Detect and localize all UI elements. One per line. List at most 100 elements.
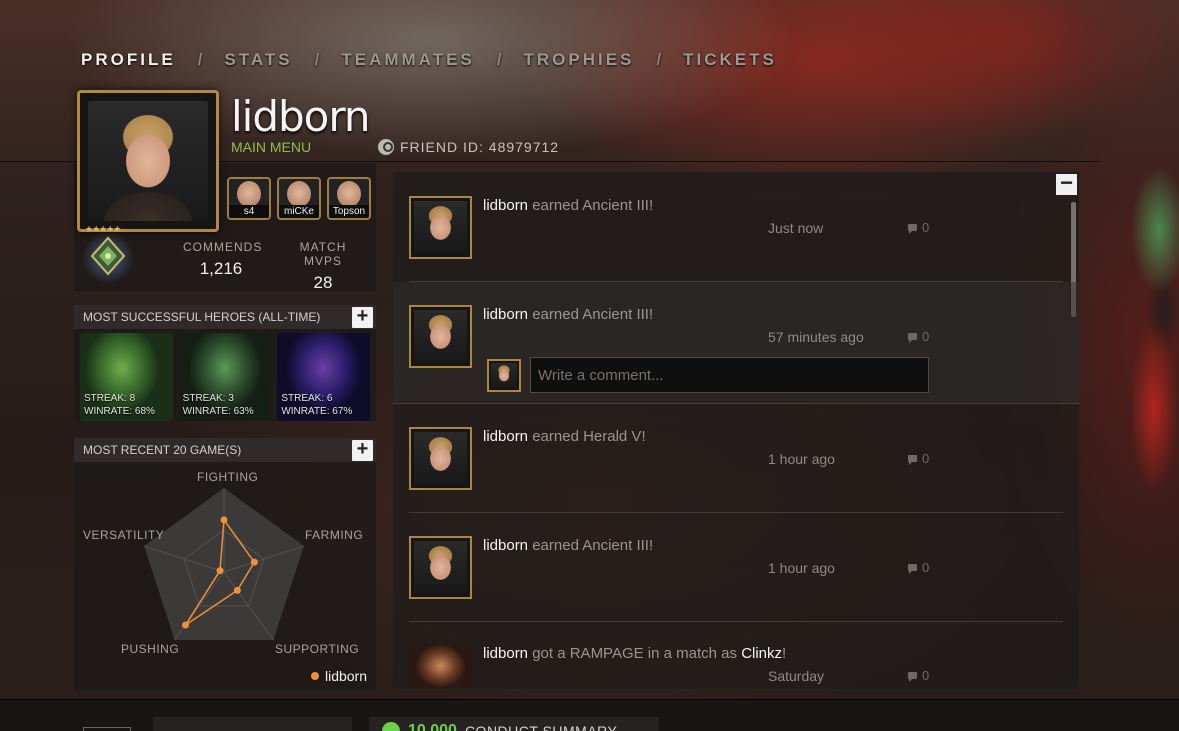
- feed-user[interactable]: lidborn: [483, 537, 528, 554]
- feed-avatar[interactable]: [409, 305, 472, 368]
- friend-name: s4: [229, 205, 269, 218]
- feed-avatar[interactable]: [409, 196, 472, 259]
- tab-teammates[interactable]: TEAMMATES: [341, 50, 474, 70]
- axis-label-supporting: SUPPORTING: [275, 642, 360, 656]
- hero-list: STREAK: 8 WINRATE: 68% STREAK: 3 WINRATE…: [74, 329, 376, 421]
- comment-count: 0: [922, 451, 930, 466]
- radar-point: [216, 567, 224, 575]
- composer-avatar: [487, 358, 521, 392]
- conduct-score: 10,000: [408, 722, 457, 731]
- hero-art-right: [1099, 110, 1179, 630]
- feed-item[interactable]: lidborn earned Ancient III! Just now 0: [409, 172, 1063, 282]
- expand-recent-button[interactable]: +: [352, 439, 373, 461]
- comment-icon: [908, 455, 917, 465]
- feed-comments[interactable]: 0: [908, 560, 929, 575]
- friend-avatar-topson[interactable]: Topson: [327, 177, 371, 220]
- friend-id: FRIEND ID: 48979712: [378, 139, 559, 155]
- feed-time: 57 minutes ago: [768, 329, 864, 345]
- commends-label: COMMENDS: [183, 240, 263, 254]
- hero-card[interactable]: STREAK: 6 WINRATE: 67%: [277, 333, 371, 421]
- rank-medal-icon[interactable]: [80, 226, 140, 284]
- feed-item[interactable]: lidborn got a RAMPAGE in a match as Clin…: [409, 622, 1063, 689]
- hero-streak: STREAK: 6: [281, 393, 333, 404]
- feed-comments[interactable]: 0: [908, 451, 929, 466]
- nav-separator: /: [656, 50, 662, 69]
- nav-separator: /: [314, 50, 320, 69]
- feed-avatar[interactable]: [409, 427, 472, 490]
- friend-name: miCKe: [279, 205, 319, 218]
- feed-text: lidborn earned Ancient III!: [483, 306, 653, 323]
- feed-item[interactable]: lidborn earned Ancient III! 57 minutes a…: [393, 282, 1079, 404]
- mvps-label: MATCH MVPS: [299, 240, 347, 268]
- feed-comments[interactable]: 0: [908, 220, 929, 235]
- hero-winrate: WINRATE: 68%: [84, 406, 155, 417]
- feed-user[interactable]: lidborn: [483, 428, 528, 445]
- hero-card[interactable]: STREAK: 3 WINRATE: 63%: [178, 333, 272, 421]
- hero-card[interactable]: STREAK: 8 WINRATE: 68%: [80, 333, 173, 421]
- friend-face: [337, 181, 361, 207]
- conduct-summary[interactable]: 10,000 CONDUCT SUMMARY: [382, 722, 617, 731]
- feed-text: lidborn earned Ancient III!: [483, 197, 653, 214]
- tab-profile[interactable]: PROFILE: [81, 50, 176, 70]
- feed-action: earned: [528, 306, 583, 323]
- profile-username: lidborn: [231, 92, 371, 141]
- feed-item[interactable]: lidborn earned Ancient III! 1 hour ago 0: [409, 513, 1063, 622]
- comment-icon: [908, 333, 917, 343]
- featured-friends: s4 miCKe Topson: [227, 177, 371, 220]
- feed-comments[interactable]: 0: [908, 668, 929, 683]
- expand-heroes-button[interactable]: +: [352, 306, 373, 328]
- feed-time: Saturday: [768, 668, 825, 684]
- playstyle-radar: FIGHTING FARMING SUPPORTING PUSHING VERS…: [74, 462, 376, 690]
- clinkz-hero-icon[interactable]: [409, 644, 472, 688]
- profile-avatar[interactable]: [77, 90, 219, 232]
- feed-text: lidborn got a RAMPAGE in a match as Clin…: [483, 645, 786, 662]
- hero-stats: STREAK: 3 WINRATE: 63%: [183, 392, 254, 418]
- conduct-label: CONDUCT SUMMARY: [464, 723, 618, 731]
- tab-tickets[interactable]: TICKETS: [683, 50, 777, 70]
- main-menu-link[interactable]: MAIN MENU: [231, 139, 311, 155]
- feed-item[interactable]: lidborn earned Herald V! 1 hour ago 0: [409, 404, 1063, 513]
- commends-stat: COMMENDS 1,216: [183, 240, 263, 279]
- mvps-value: 28: [313, 273, 333, 292]
- hero-winrate: WINRATE: 67%: [281, 406, 353, 417]
- feed-time: 1 hour ago: [768, 451, 835, 467]
- conduct-smiley-icon: [382, 722, 400, 731]
- comment-count: 0: [922, 668, 930, 683]
- feed-action: earned: [528, 428, 584, 445]
- friend-avatar-micke[interactable]: miCKe: [277, 177, 321, 220]
- bottom-widget[interactable]: [83, 727, 131, 731]
- feed-user[interactable]: lidborn: [483, 306, 528, 323]
- avatar-image: [88, 101, 208, 221]
- hero-streak: STREAK: 8: [84, 393, 136, 404]
- tab-stats[interactable]: STATS: [224, 50, 292, 70]
- steam-icon: [378, 139, 394, 155]
- comment-composer: [487, 357, 929, 393]
- radar-point: [220, 516, 228, 524]
- feed-user[interactable]: lidborn: [483, 197, 528, 214]
- tab-trophies[interactable]: TROPHIES: [523, 50, 634, 70]
- friend-name: Topson: [329, 205, 369, 218]
- heroes-title-text: MOST SUCCESSFUL HEROES (ALL-TIME): [83, 310, 321, 324]
- recent-title-text: MOST RECENT 20 GAME(S): [83, 443, 242, 457]
- hero-stats: STREAK: 6 WINRATE: 67%: [281, 392, 352, 418]
- comment-input[interactable]: [530, 357, 929, 393]
- feed-action: got a RAMPAGE in a match as: [528, 645, 742, 662]
- feed-text: lidborn earned Ancient III!: [483, 537, 653, 554]
- feed-comments[interactable]: 0: [908, 329, 929, 344]
- friend-avatar-s4[interactable]: s4: [227, 177, 271, 220]
- feed-tail: !: [782, 645, 787, 662]
- activity-feed: − lidborn earned Ancient III! Just now 0…: [393, 172, 1079, 689]
- comment-count: 0: [922, 560, 930, 575]
- axis-label-fighting: FIGHTING: [197, 470, 259, 484]
- feed-hero[interactable]: Clinkz: [741, 645, 782, 662]
- bottom-panel: [153, 717, 352, 731]
- comment-count: 0: [922, 329, 930, 344]
- feed-avatar[interactable]: [409, 536, 472, 599]
- feed-time: 1 hour ago: [768, 560, 835, 576]
- heroes-section: MOST SUCCESSFUL HEROES (ALL-TIME) + STRE…: [74, 305, 376, 421]
- friend-id-text: FRIEND ID: 48979712: [400, 139, 560, 155]
- friend-face: [237, 181, 261, 207]
- heroes-section-title: MOST SUCCESSFUL HEROES (ALL-TIME) +: [74, 305, 376, 329]
- comment-icon: [908, 564, 917, 574]
- feed-user[interactable]: lidborn: [483, 645, 528, 662]
